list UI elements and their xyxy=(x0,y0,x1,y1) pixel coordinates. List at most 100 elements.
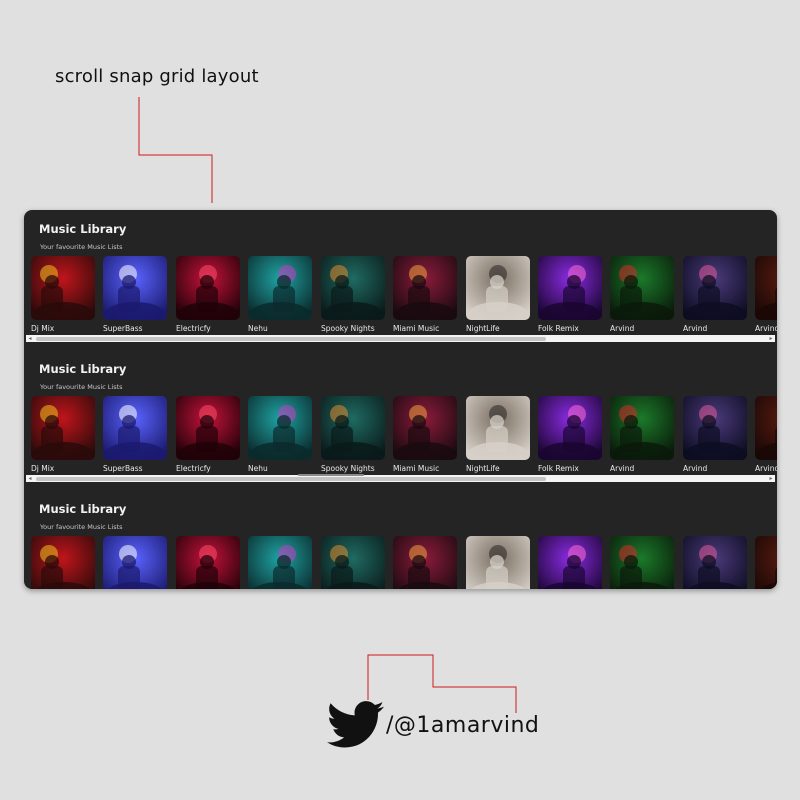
playlist-track[interactable] xyxy=(31,536,777,589)
concert-crowd-image[interactable] xyxy=(103,256,167,320)
playlist-card-label: SuperBass xyxy=(103,464,143,473)
microphone-singer-image[interactable] xyxy=(466,256,530,320)
playlist-card-label: Spooky Nights xyxy=(321,464,375,473)
singer-portrait-image[interactable] xyxy=(248,536,312,589)
dark-stage-image[interactable] xyxy=(755,256,777,320)
playlist-card-label: Nehu xyxy=(248,324,268,333)
horizontal-scrollbar[interactable]: ◂ ▸ xyxy=(26,335,775,342)
mixing-console-image[interactable] xyxy=(393,536,457,589)
scroll-right-arrow-icon[interactable]: ▸ xyxy=(768,475,774,482)
scroll-snap-indicator xyxy=(298,474,364,476)
singer-portrait-image[interactable] xyxy=(248,396,312,460)
dark-stage-image[interactable] xyxy=(755,396,777,460)
playlist-card[interactable] xyxy=(248,536,312,589)
keyboard-player-image[interactable] xyxy=(538,536,602,589)
singer-portrait-image[interactable] xyxy=(248,256,312,320)
playlist-card-label: Folk Remix xyxy=(538,324,579,333)
playlist-card[interactable]: Arvind xyxy=(610,396,674,473)
dj-booth-image[interactable] xyxy=(610,536,674,589)
twitter-handle[interactable]: /@1amarvind xyxy=(327,700,539,750)
costume-party-image[interactable] xyxy=(321,256,385,320)
caption-text: scroll snap grid layout xyxy=(55,66,259,87)
playlist-card-label: Nehu xyxy=(248,464,268,473)
panel-subtitle: Your favourite Music Lists xyxy=(40,523,123,531)
horizontal-scrollbar[interactable]: ◂ ▸ xyxy=(26,474,775,482)
playlist-card[interactable]: SuperBass xyxy=(103,396,167,473)
playlist-card[interactable]: Arvind xyxy=(683,396,747,473)
festival-crowd-image[interactable] xyxy=(683,256,747,320)
dj-booth-image[interactable] xyxy=(610,256,674,320)
playlist-card[interactable]: Miami Music xyxy=(393,396,457,473)
dj-mix-image[interactable] xyxy=(31,256,95,320)
panel-subtitle: Your favourite Music Lists xyxy=(40,243,123,251)
concert-crowd-image[interactable] xyxy=(103,396,167,460)
keyboard-player-image[interactable] xyxy=(538,256,602,320)
playlist-card-label: Miami Music xyxy=(393,324,440,333)
playlist-card[interactable]: Miami Music xyxy=(393,256,457,333)
playlist-card-label: Spooky Nights xyxy=(321,324,375,333)
scrollbar-thumb[interactable] xyxy=(36,476,546,481)
playlist-card[interactable] xyxy=(393,536,457,589)
playlist-card[interactable]: Spooky Nights xyxy=(321,256,385,333)
music-library-panel: Music Library Your favourite Music Lists D… xyxy=(24,210,777,342)
playlist-card[interactable]: Nehu xyxy=(248,396,312,473)
playlist-card[interactable]: Arvind xyxy=(610,256,674,333)
playlist-card[interactable]: NightLife xyxy=(466,396,530,473)
playlist-card-label: Dj Mix xyxy=(31,324,55,333)
microphone-singer-image[interactable] xyxy=(466,536,530,589)
dj-mix-image[interactable] xyxy=(31,396,95,460)
stage-lights-image[interactable] xyxy=(176,256,240,320)
playlist-card-label: Arvind xyxy=(610,324,635,333)
mixing-console-image[interactable] xyxy=(393,256,457,320)
playlist-card[interactable] xyxy=(321,536,385,589)
stage-lights-image[interactable] xyxy=(176,396,240,460)
festival-crowd-image[interactable] xyxy=(683,396,747,460)
scrollbar-thumb[interactable] xyxy=(36,336,546,341)
playlist-card[interactable]: Arvind xyxy=(755,256,777,333)
playlist-card[interactable]: Spooky Nights xyxy=(321,396,385,473)
playlist-track[interactable]: Dj Mix SuperBass Electricfy Nehu Spooky Nigh… xyxy=(31,396,777,478)
playlist-card[interactable] xyxy=(176,536,240,589)
playlist-card[interactable]: Dj Mix xyxy=(31,256,95,333)
playlist-card[interactable]: Folk Remix xyxy=(538,256,602,333)
playlist-card[interactable] xyxy=(31,536,95,589)
playlist-card[interactable] xyxy=(103,536,167,589)
playlist-card[interactable] xyxy=(683,536,747,589)
dj-booth-image[interactable] xyxy=(610,396,674,460)
playlist-track[interactable]: Dj Mix SuperBass Electricfy Nehu Spooky Nigh… xyxy=(31,256,777,338)
scroll-right-arrow-icon[interactable]: ▸ xyxy=(768,335,774,342)
festival-crowd-image[interactable] xyxy=(683,536,747,589)
scroll-left-arrow-icon[interactable]: ◂ xyxy=(27,335,33,342)
playlist-card[interactable] xyxy=(466,536,530,589)
stage-lights-image[interactable] xyxy=(176,536,240,589)
playlist-card[interactable]: SuperBass xyxy=(103,256,167,333)
playlist-card[interactable] xyxy=(610,536,674,589)
costume-party-image[interactable] xyxy=(321,396,385,460)
playlist-card[interactable]: NightLife xyxy=(466,256,530,333)
mixing-console-image[interactable] xyxy=(393,396,457,460)
keyboard-player-image[interactable] xyxy=(538,396,602,460)
playlist-card-label: Electricfy xyxy=(176,324,211,333)
playlist-card[interactable]: Electricfy xyxy=(176,256,240,333)
playlist-card[interactable]: Folk Remix xyxy=(538,396,602,473)
concert-crowd-image[interactable] xyxy=(103,536,167,589)
panel-title: Music Library xyxy=(39,222,127,236)
music-library-panel: Music Library Your favourite Music Lists D… xyxy=(24,350,777,482)
twitter-handle-text[interactable]: /@1amarvind xyxy=(386,713,539,738)
playlist-card-label: Arvind xyxy=(755,324,777,333)
playlist-card[interactable]: Dj Mix xyxy=(31,396,95,473)
costume-party-image[interactable] xyxy=(321,536,385,589)
playlist-card[interactable] xyxy=(538,536,602,589)
playlist-card-label: Arvind xyxy=(610,464,635,473)
microphone-singer-image[interactable] xyxy=(466,396,530,460)
playlist-card[interactable]: Arvind xyxy=(755,396,777,473)
playlist-card[interactable]: Arvind xyxy=(683,256,747,333)
scroll-left-arrow-icon[interactable]: ◂ xyxy=(27,475,33,482)
playlist-card[interactable] xyxy=(755,536,777,589)
playlist-card[interactable]: Nehu xyxy=(248,256,312,333)
playlist-card-label: SuperBass xyxy=(103,324,143,333)
dj-mix-image[interactable] xyxy=(31,536,95,589)
playlist-card[interactable]: Electricfy xyxy=(176,396,240,473)
dark-stage-image[interactable] xyxy=(755,536,777,589)
playlist-card-label: Miami Music xyxy=(393,464,440,473)
